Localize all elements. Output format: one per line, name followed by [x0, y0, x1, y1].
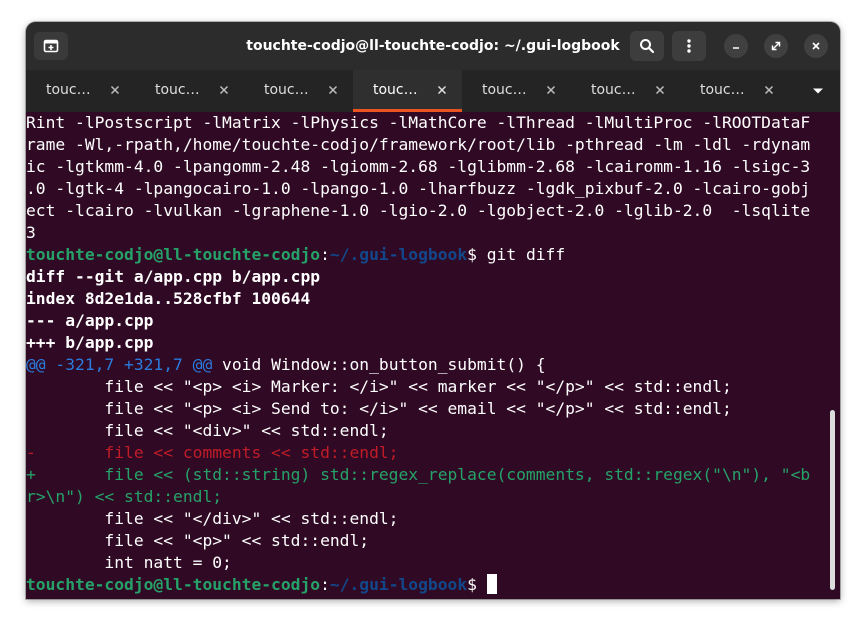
close-icon — [655, 85, 665, 95]
maximize-button[interactable] — [764, 34, 788, 58]
tab-1[interactable]: touc… — [26, 70, 135, 112]
removed-line: - file << comments << std::endl; — [26, 443, 399, 462]
new-tab-button[interactable] — [34, 32, 68, 60]
search-button[interactable] — [630, 31, 664, 61]
tab-close-button[interactable] — [108, 83, 122, 97]
scrollbar[interactable] — [830, 410, 835, 590]
hunk-context: void Window::on_button_submit() { — [212, 355, 546, 374]
prompt-separator: : — [320, 245, 330, 264]
diff-header-line: index 8d2e1da..528cfbf 100644 — [26, 289, 311, 308]
output-line: 3 — [26, 223, 36, 242]
command-text: git diff — [486, 245, 566, 264]
prompt-user: touchte-codjo@ll-touchte-codjo — [26, 575, 321, 594]
title-bar: touchte-codjo@ll-touchte-codjo: ~/.gui-l… — [26, 22, 840, 70]
tab-close-button[interactable] — [762, 83, 776, 97]
tab-label: touc… — [46, 82, 91, 98]
close-button[interactable] — [804, 34, 828, 58]
context-line: file << "</div>" << std::endl; — [26, 509, 399, 528]
output-line: Rint -lPostscript -lMatrix -lPhysics -lM… — [26, 113, 811, 132]
output-line: ic -lgtkmm-4.0 -lpangomm-2.48 -lgiomm-2.… — [26, 157, 811, 176]
tab-7[interactable]: touc… — [680, 70, 789, 112]
minimize-icon — [733, 47, 739, 49]
hunk-line: @@ -321,7 +321,7 @@ void Window::on_butt… — [26, 354, 840, 376]
diff-header-line: +++ b/app.cpp — [26, 333, 154, 352]
menu-button[interactable] — [672, 31, 706, 61]
prompt-line[interactable]: touchte-codjo@ll-touchte-codjo:~/.gui-lo… — [26, 574, 840, 596]
close-icon — [219, 85, 229, 95]
prompt-path: ~/.gui-logbook — [329, 245, 468, 264]
diff-header-line: --- a/app.cpp — [26, 311, 154, 330]
search-icon — [640, 39, 655, 54]
tab-close-button[interactable] — [435, 83, 449, 97]
terminal-window: touchte-codjo@ll-touchte-codjo: ~/.gui-l… — [26, 22, 840, 599]
output-line: .0 -lgtk-4 -lpangocairo-1.0 -lpango-1.0 … — [26, 179, 811, 198]
tab-bar: touc… touc… touc… touc… touc… touc… touc… — [26, 70, 840, 112]
output-line: rame -Wl,-rpath,/home/touchte-codjo/fram… — [26, 135, 811, 154]
tab-4-active[interactable]: touc… — [353, 70, 462, 112]
minimize-button[interactable] — [724, 34, 748, 58]
prompt-path: ~/.gui-logbook — [329, 575, 468, 594]
close-icon — [437, 85, 447, 95]
prompt-separator: : — [320, 575, 330, 594]
context-line: file << "<p> <i> Marker: </i>" << marker… — [26, 377, 732, 396]
added-line: + file << (std::string) std::regex_repla… — [26, 465, 811, 484]
prompt-line: touchte-codjo@ll-touchte-codjo:~/.gui-lo… — [26, 244, 840, 266]
window-title: touchte-codjo@ll-touchte-codjo: ~/.gui-l… — [246, 38, 620, 54]
chevron-down-icon — [813, 88, 823, 94]
context-line: int natt = 0; — [26, 553, 232, 572]
tab-3[interactable]: touc… — [244, 70, 353, 112]
diff-header-line: diff --git a/app.cpp b/app.cpp — [26, 267, 321, 286]
restore-icon — [771, 41, 781, 51]
context-line: file << "<p> <i> Send to: </i>" << email… — [26, 399, 732, 418]
tab-label: touc… — [155, 82, 200, 98]
tab-6[interactable]: touc… — [571, 70, 680, 112]
tab-close-button[interactable] — [544, 83, 558, 97]
tab-close-button[interactable] — [653, 83, 667, 97]
tab-5[interactable]: touc… — [462, 70, 571, 112]
context-line: file << "<div>" << std::endl; — [26, 421, 389, 440]
tab-label: touc… — [591, 82, 636, 98]
tab-label: touc… — [482, 82, 527, 98]
context-line: file << "<p>" << std::endl; — [26, 531, 370, 550]
terminal-output[interactable]: Rint -lPostscript -lMatrix -lPhysics -lM… — [26, 112, 840, 599]
close-icon — [328, 85, 338, 95]
prompt-end: $ — [467, 575, 487, 594]
tab-label: touc… — [700, 82, 745, 98]
tab-label: touc… — [264, 82, 309, 98]
text-cursor — [486, 574, 497, 594]
prompt-user: touchte-codjo@ll-touchte-codjo — [26, 245, 321, 264]
hunk-header: @@ -321,7 +321,7 @@ — [26, 355, 213, 374]
prompt-end: $ — [467, 245, 487, 264]
tab-close-button[interactable] — [326, 83, 340, 97]
close-icon — [812, 42, 820, 50]
new-tab-icon — [43, 39, 59, 53]
close-icon — [110, 85, 120, 95]
tab-2[interactable]: touc… — [135, 70, 244, 112]
tabs-overflow-button[interactable] — [806, 78, 830, 104]
added-line: r>\n") << std::endl; — [26, 487, 223, 506]
tab-label: touc… — [373, 82, 418, 98]
close-icon — [546, 85, 556, 95]
kebab-menu-icon — [687, 39, 691, 53]
output-line: ect -lcairo -lvulkan -lgraphene-1.0 -lgi… — [26, 201, 811, 220]
close-icon — [764, 85, 774, 95]
tab-close-button[interactable] — [217, 83, 231, 97]
